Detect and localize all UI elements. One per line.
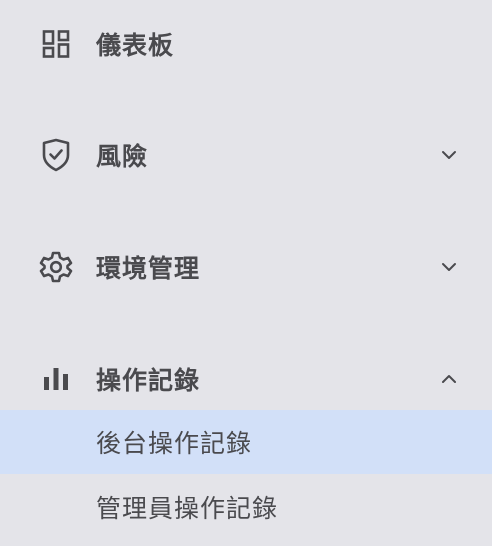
dashboard-icon xyxy=(38,26,74,62)
sidebar-subitem-label: 管理員操作記錄 xyxy=(96,494,279,523)
sidebar-item-label: 環境管理 xyxy=(96,254,201,283)
sidebar-subitem-backend-operation-log[interactable]: 後台操作記錄 xyxy=(0,410,492,474)
sidebar-item-environment[interactable]: 環境管理 xyxy=(0,236,492,298)
shield-check-icon xyxy=(38,137,74,173)
chevron-down-icon[interactable] xyxy=(436,142,462,168)
sidebar-subitem-label: 後台操作記錄 xyxy=(96,429,253,458)
sidebar-item-label: 操作記錄 xyxy=(96,366,201,395)
sidebar-item-dashboard[interactable]: 儀表板 xyxy=(0,13,492,75)
bar-chart-icon xyxy=(38,361,74,397)
sidebar-item-label: 風險 xyxy=(96,142,149,171)
sidebar-subitem-admin-operation-log[interactable]: 管理員操作記錄 xyxy=(0,475,492,539)
chevron-down-icon[interactable] xyxy=(436,254,462,280)
sidebar-item-risk[interactable]: 風險 xyxy=(0,124,492,186)
gear-icon xyxy=(38,249,74,285)
sidebar-item-operation-log[interactable]: 操作記錄 xyxy=(0,348,492,410)
sidebar-menu: 儀表板 風險 環境管理 操作記錄 後台操作記錄 管理員操作記錄 xyxy=(0,0,492,546)
chevron-up-icon[interactable] xyxy=(436,366,462,392)
sidebar-item-label: 儀表板 xyxy=(96,31,175,60)
